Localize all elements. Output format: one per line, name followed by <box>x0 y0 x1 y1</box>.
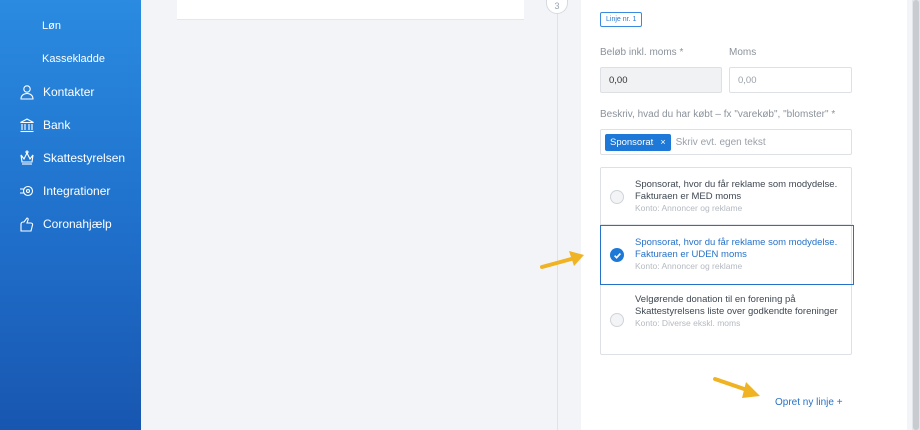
step-number: 3 <box>546 0 568 14</box>
pointer-arrow-icon <box>713 377 760 398</box>
option-account: Konto: Annoncer og reklame <box>635 203 743 213</box>
suggestion-option[interactable]: Sponsorat, hvor du får reklame som modyd… <box>601 168 853 225</box>
suggestion-option-selected[interactable]: Sponsorat, hvor du får reklame som modyd… <box>600 225 854 285</box>
amount-input[interactable]: 0,00 <box>600 67 722 93</box>
line-number-badge: Linje nr. 1 <box>600 12 643 27</box>
sidebar-item-integrationer[interactable]: Integrationer <box>18 180 110 202</box>
sidebar-subitem-loen[interactable]: Løn <box>42 20 61 32</box>
vertical-scrollbar[interactable] <box>912 0 920 430</box>
bank-icon <box>18 116 36 134</box>
suggestion-option[interactable]: Velgørende donation til en forening på S… <box>601 285 853 355</box>
sidebar-item-label: Integrationer <box>43 184 111 198</box>
pointer-arrow-icon <box>540 251 584 269</box>
option-account: Konto: Annoncer og reklame <box>635 261 743 271</box>
option-text: Sponsorat, hvor du får reklame som modyd… <box>635 179 838 202</box>
sidebar-item-kontakter[interactable]: Kontakter <box>18 81 94 103</box>
crown-icon <box>18 149 36 167</box>
tag-input-placeholder[interactable]: Skriv evt. egen tekst <box>676 137 766 148</box>
description-label: Beskriv, hvad du har købt – fx "varekøb"… <box>600 109 836 120</box>
amount-label: Beløb inkl. moms * <box>600 47 684 58</box>
create-new-line-button[interactable]: Opret ny linje + <box>775 397 843 408</box>
vat-input[interactable]: 0,00 <box>729 67 852 93</box>
hand-icon <box>18 215 36 233</box>
option-text: Sponsorat, hvor du får reklame som modyd… <box>635 237 838 260</box>
sidebar-subitem-kassekladde[interactable]: Kassekladde <box>42 53 105 65</box>
sidebar-item-label: Skattestyrelsen <box>43 151 126 165</box>
plug-icon <box>18 182 36 200</box>
scrollbar-thumb[interactable] <box>913 0 919 430</box>
timeline-divider <box>557 0 558 430</box>
sidebar: Løn Kassekladde Kontakter Bank Skattesty… <box>0 0 141 430</box>
tag-label: Sponsorat <box>610 136 654 148</box>
option-account: Konto: Diverse ekskl. moms <box>635 318 741 328</box>
radio-unchecked-icon[interactable] <box>610 190 624 204</box>
main-content: 3 Linje nr. 1 Beløb inkl. moms * Moms 0,… <box>141 0 920 430</box>
left-card <box>177 0 524 20</box>
sidebar-item-label: Kontakter <box>43 85 95 99</box>
person-icon <box>18 83 36 101</box>
radio-unchecked-icon[interactable] <box>610 313 624 327</box>
sidebar-item-label: Coronahjælp <box>43 217 112 231</box>
sidebar-item-bank[interactable]: Bank <box>18 114 70 136</box>
sidebar-item-coronahjaelp[interactable]: Coronahjælp <box>18 213 112 235</box>
sidebar-item-skattestyrelsen[interactable]: Skattestyrelsen <box>18 147 125 169</box>
radio-checked-icon[interactable] <box>610 248 624 262</box>
suggestion-list: Sponsorat, hvor du får reklame som modyd… <box>600 167 854 355</box>
tag-remove-icon[interactable]: × <box>660 137 665 147</box>
tag-sponsorat: Sponsorat × <box>605 133 671 151</box>
expense-form-panel: Linje nr. 1 Beløb inkl. moms * Moms 0,00… <box>581 0 907 430</box>
sidebar-item-label: Bank <box>43 118 71 132</box>
option-text: Velgørende donation til en forening på S… <box>635 294 838 317</box>
description-tag-input[interactable]: Sponsorat × Skriv evt. egen tekst <box>600 129 852 155</box>
vat-label: Moms <box>729 47 757 58</box>
